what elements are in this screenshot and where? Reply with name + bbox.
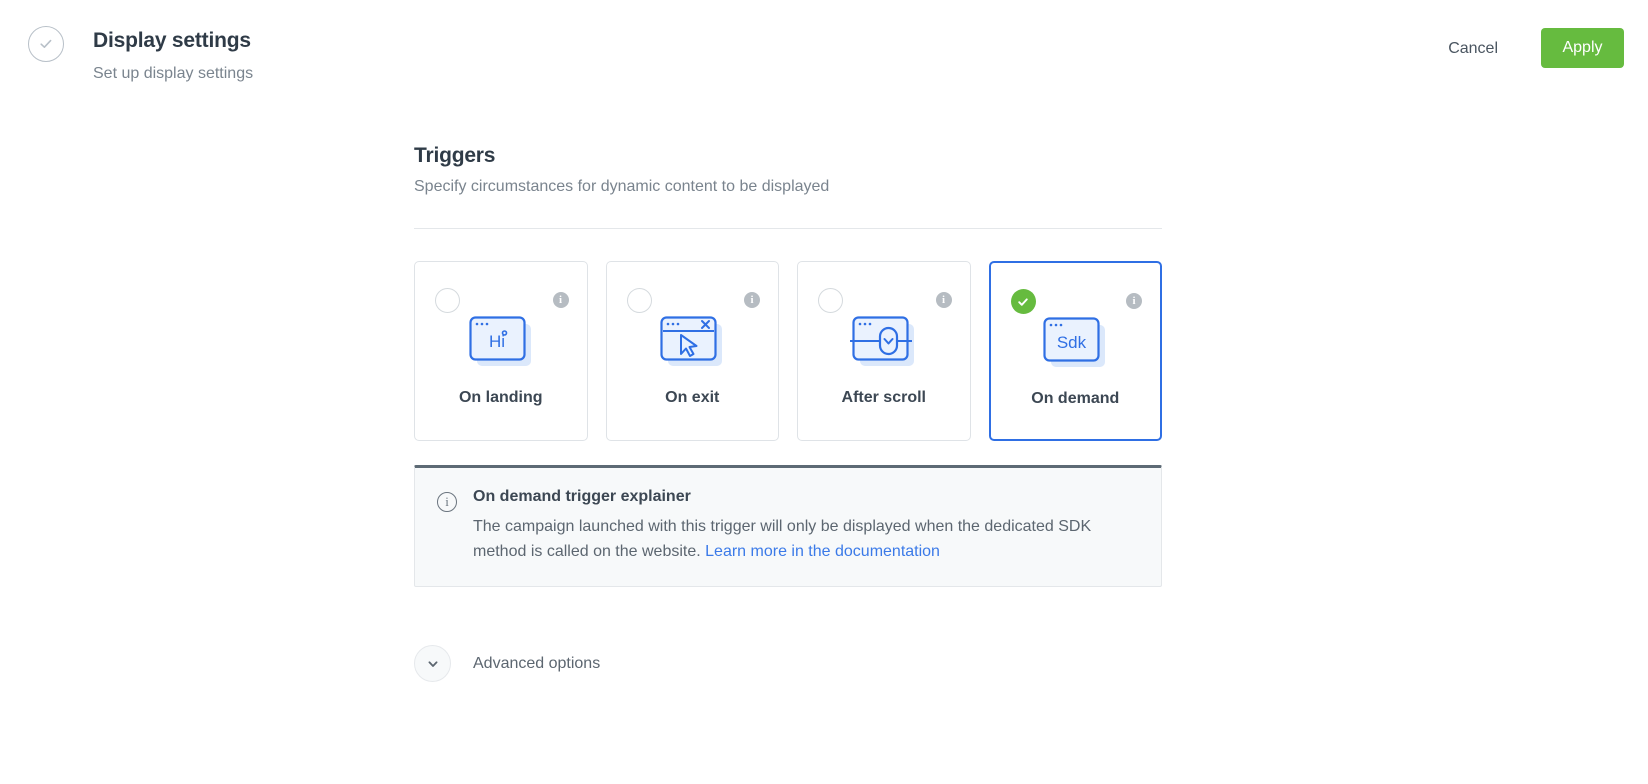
check-circle-icon [28, 26, 64, 62]
trigger-card-label: On landing [415, 389, 587, 407]
advanced-options-row[interactable]: Advanced options [414, 645, 1162, 682]
trigger-card-after-scroll[interactable]: i After scroll [797, 261, 971, 441]
advanced-options-label[interactable]: Advanced options [473, 655, 600, 673]
page-title: Display settings [93, 29, 251, 53]
trigger-card-label: After scroll [798, 389, 970, 407]
explainer-banner: i On demand trigger explainer The campai… [414, 465, 1162, 587]
apply-button[interactable]: Apply [1541, 28, 1624, 68]
section-divider [414, 228, 1162, 229]
triggers-panel: Triggers Specify circumstances for dynam… [414, 144, 1162, 682]
trigger-card-label: On exit [607, 389, 779, 407]
trigger-card-label: On demand [991, 390, 1161, 408]
radio-on-exit[interactable] [627, 288, 652, 313]
explainer-body: On demand trigger explainer The campaign… [473, 488, 1139, 564]
chevron-down-icon[interactable] [414, 645, 451, 682]
section-title: Triggers [414, 144, 1162, 168]
info-icon[interactable]: i [553, 292, 569, 308]
trigger-card-on-exit[interactable]: i On exit [606, 261, 780, 441]
info-circle-icon: i [437, 492, 457, 512]
section-description: Specify circumstances for dynamic conten… [414, 178, 1162, 196]
browser-hi-icon: Hi [415, 314, 587, 370]
trigger-card-on-demand[interactable]: i Sdk On demand [989, 261, 1163, 441]
info-icon[interactable]: i [1126, 293, 1142, 309]
svg-text:Sdk: Sdk [1057, 333, 1087, 352]
page-header: Display settings Set up display settings… [0, 0, 1648, 100]
browser-sdk-icon: Sdk [991, 315, 1161, 371]
radio-after-scroll[interactable] [818, 288, 843, 313]
explainer-text: The campaign launched with this trigger … [473, 514, 1139, 564]
radio-on-demand[interactable] [1011, 289, 1036, 314]
browser-scroll-icon [798, 314, 970, 370]
radio-on-landing[interactable] [435, 288, 460, 313]
page-subtitle: Set up display settings [93, 65, 253, 83]
trigger-card-on-landing[interactable]: i Hi On landing [414, 261, 588, 441]
browser-cursor-close-icon [607, 314, 779, 370]
explainer-title: On demand trigger explainer [473, 488, 1139, 506]
cancel-button[interactable]: Cancel [1442, 36, 1504, 62]
info-icon[interactable]: i [936, 292, 952, 308]
trigger-card-list: i Hi On landing i [414, 261, 1162, 441]
info-icon[interactable]: i [744, 292, 760, 308]
documentation-link[interactable]: Learn more in the documentation [705, 543, 940, 560]
